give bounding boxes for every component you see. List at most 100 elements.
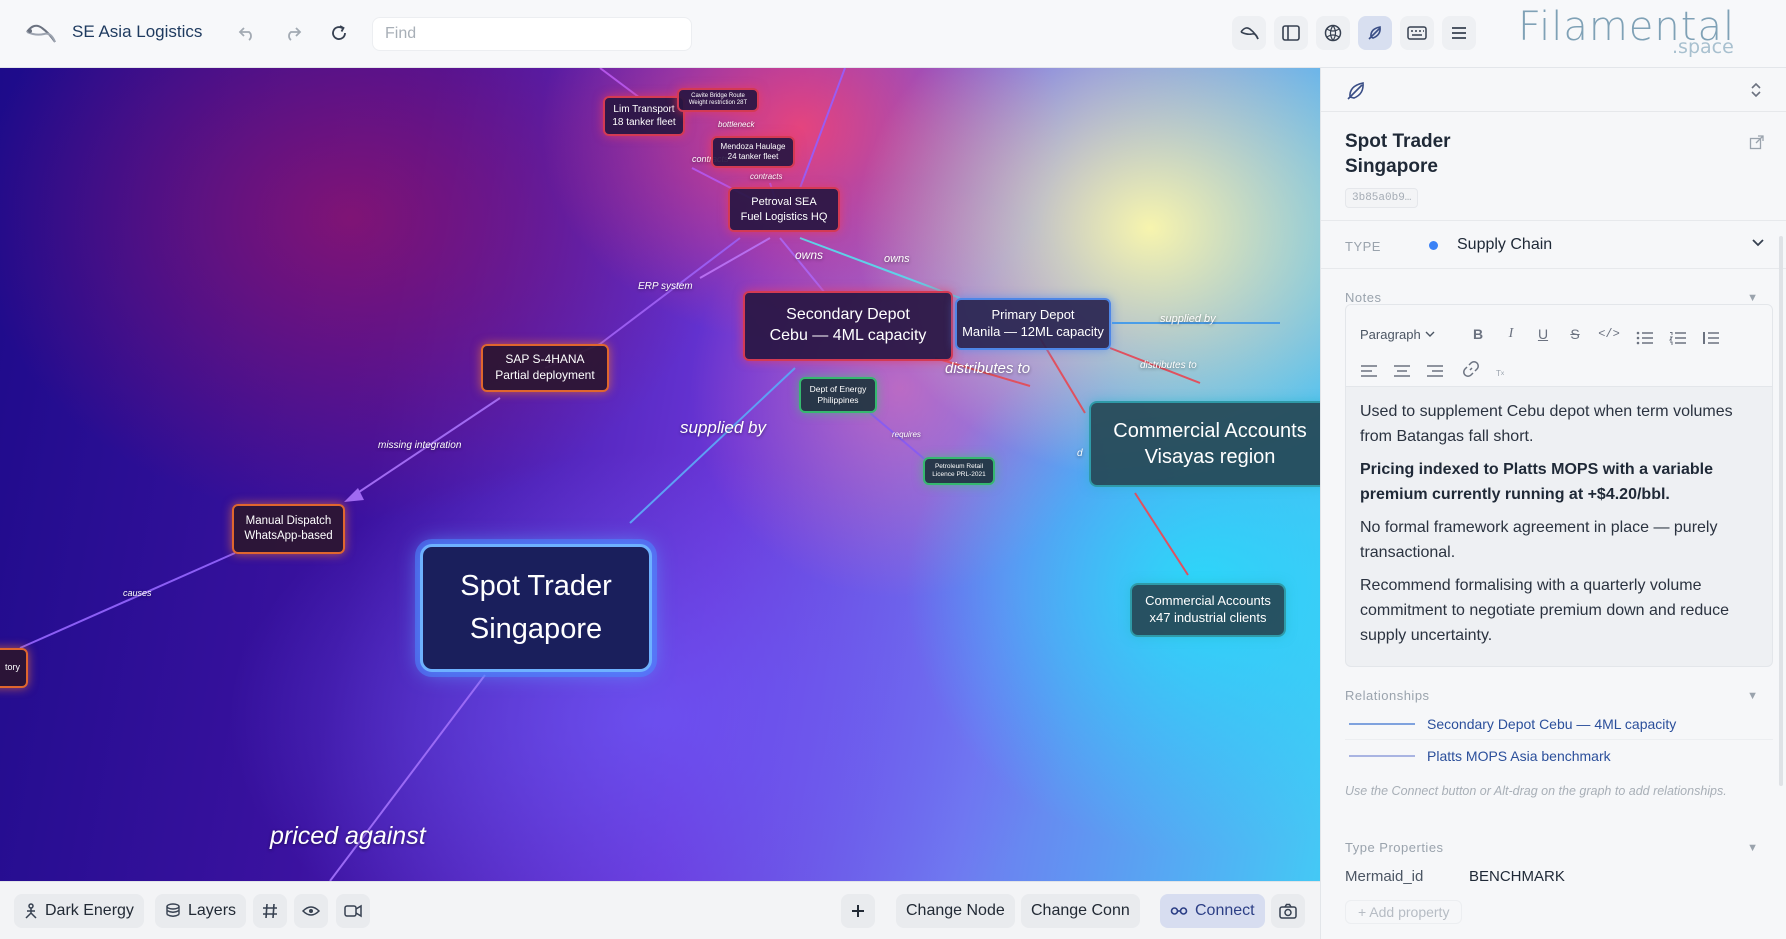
edge-label[interactable]: contracts: [750, 172, 782, 181]
plus-icon: [852, 905, 864, 917]
visibility-toggle-button[interactable]: [294, 894, 328, 928]
record-button[interactable]: [336, 894, 370, 928]
relationship-link[interactable]: Secondary Depot Cebu — 4ML capacity: [1427, 716, 1676, 732]
graph-node[interactable]: Manual Dispatch WhatsApp-based: [232, 504, 345, 554]
expand-collapse-icon[interactable]: [1749, 80, 1763, 100]
edge-label[interactable]: owns: [884, 253, 910, 265]
globe-icon[interactable]: [1316, 16, 1350, 50]
note-paragraph: Recommend formalising with a quarterly v…: [1360, 577, 1730, 644]
relationship-row[interactable]: Secondary Depot Cebu — 4ML capacity: [1345, 710, 1773, 740]
graph-canvas[interactable]: bottleneck contracts contracts owns owns…: [0, 68, 1320, 881]
node-label-line: Secondary Depot: [786, 306, 910, 324]
graph-node[interactable]: tory: [0, 648, 28, 688]
theme-button[interactable]: Dark Energy: [14, 894, 144, 928]
align-center-icon[interactable]: [1393, 359, 1411, 383]
graph-node[interactable]: Dept of Energy Philippines: [799, 377, 877, 413]
graph-node[interactable]: Mendoza Haulage 24 tanker fleet: [711, 136, 795, 168]
change-node-label: Change Node: [906, 902, 1005, 919]
edge-label[interactable]: requires: [892, 430, 921, 439]
graph-node[interactable]: Lim Transport 18 tanker fleet: [603, 96, 685, 136]
type-properties-label: Type Properties: [1345, 840, 1444, 855]
undo-icon[interactable]: [232, 18, 262, 48]
property-key: Mermaid_id: [1345, 868, 1424, 885]
edge-label[interactable]: supplied by: [1160, 313, 1216, 325]
grid-toggle-button[interactable]: [253, 894, 287, 928]
change-node-button[interactable]: Change Node: [896, 894, 1015, 928]
edge-label[interactable]: causes: [123, 588, 152, 598]
add-node-button[interactable]: [841, 894, 875, 928]
graph-node[interactable]: Cavite Bridge Route Weight restriction 2…: [677, 88, 759, 112]
graph-node-selected[interactable]: Spot Trader Singapore: [420, 544, 652, 672]
align-right-icon[interactable]: [1426, 359, 1444, 383]
node-label-line: Petroleum Retail: [934, 463, 984, 471]
node-id-badge[interactable]: 3b85a0b9…: [1345, 188, 1419, 208]
node-label-line: Commercial Accounts: [1145, 593, 1271, 609]
screenshot-button[interactable]: [1271, 894, 1305, 928]
graph-node[interactable]: Commercial Accounts x47 industrial clien…: [1130, 583, 1286, 637]
tree-logo-icon[interactable]: [1232, 16, 1266, 50]
change-conn-button[interactable]: Change Conn: [1021, 894, 1140, 928]
edge-label[interactable]: missing integration: [378, 440, 461, 451]
redo-icon[interactable]: [278, 18, 308, 48]
relationship-row[interactable]: Platts MOPS Asia benchmark: [1345, 742, 1773, 772]
link-icon[interactable]: [1462, 357, 1480, 381]
collapse-caret-icon[interactable]: ▼: [1747, 690, 1758, 702]
connect-button[interactable]: Connect: [1160, 894, 1265, 928]
graph-node[interactable]: Primary Depot Manila — 12ML capacity: [955, 298, 1111, 350]
panel-scrollbar[interactable]: [1779, 236, 1783, 786]
open-external-icon[interactable]: [1749, 134, 1765, 150]
refresh-icon[interactable]: [324, 18, 354, 48]
blockquote-icon[interactable]: [1702, 326, 1720, 350]
edge-label[interactable]: priced against: [270, 822, 426, 851]
edge-label[interactable]: distributes to: [945, 360, 1030, 377]
node-label-line: Manila — 12ML capacity: [962, 324, 1104, 339]
edge-label[interactable]: supplied by: [680, 418, 766, 438]
graph-node[interactable]: Petroleum Retail Licence PRL-2021: [923, 457, 995, 485]
property-value[interactable]: BENCHMARK: [1469, 868, 1565, 885]
node-label-line: Fuel Logistics HQ: [740, 210, 828, 223]
bold-icon[interactable]: B: [1468, 322, 1488, 346]
node-label-line: Singapore: [469, 613, 603, 645]
clear-format-icon[interactable]: Tx: [1496, 361, 1504, 385]
keyboard-icon[interactable]: [1400, 16, 1434, 50]
edge-label[interactable]: d: [1077, 448, 1083, 459]
graph-node[interactable]: SAP S-4HANA Partial deployment: [481, 344, 609, 392]
strikethrough-icon[interactable]: S: [1565, 322, 1585, 346]
sidebar-toggle-icon[interactable]: [1274, 16, 1308, 50]
edge-label[interactable]: ERP system: [638, 281, 693, 292]
align-left-icon[interactable]: [1360, 359, 1378, 383]
edge-label[interactable]: distributes to: [1140, 360, 1197, 371]
add-property-button[interactable]: + Add property: [1345, 900, 1463, 924]
underline-icon[interactable]: U: [1533, 322, 1553, 346]
edge-label[interactable]: owns: [795, 248, 823, 262]
layers-button[interactable]: Layers: [155, 894, 247, 928]
inspector-panel: Spot Trader Singapore 3b85a0b9… TYPE Sup…: [1320, 68, 1786, 939]
chevron-down-icon[interactable]: [1751, 237, 1765, 247]
change-conn-label: Change Conn: [1031, 902, 1130, 919]
collapse-caret-icon[interactable]: ▼: [1747, 292, 1758, 304]
notes-editor[interactable]: Paragraph B I U S </> Tx Used to supplem…: [1345, 304, 1773, 667]
graph-node[interactable]: Petroval SEA Fuel Logistics HQ: [728, 187, 840, 232]
note-paragraph: No formal framework agreement in place —…: [1360, 519, 1718, 561]
find-input[interactable]: [372, 17, 692, 51]
italic-icon[interactable]: I: [1501, 322, 1521, 346]
paragraph-style-select[interactable]: Paragraph: [1360, 322, 1435, 346]
code-icon[interactable]: </>: [1594, 322, 1624, 346]
app-title: SE Asia Logistics: [72, 22, 203, 41]
feather-icon[interactable]: [1358, 16, 1392, 50]
node-label-line: Lim Transport: [613, 104, 675, 115]
graph-node[interactable]: Commercial Accounts Visayas region: [1089, 401, 1320, 487]
node-title[interactable]: Spot Trader Singapore: [1345, 130, 1605, 179]
app-logo-icon[interactable]: [24, 18, 58, 48]
type-select-value[interactable]: Supply Chain: [1457, 236, 1552, 254]
notes-content[interactable]: Used to supplement Cebu depot when term …: [1360, 399, 1756, 656]
menu-icon[interactable]: [1442, 16, 1476, 50]
editor-toolbar: Paragraph B I U S </> Tx: [1346, 305, 1772, 387]
graph-node[interactable]: Secondary Depot Cebu — 4ML capacity: [743, 291, 953, 361]
node-label-line: 18 tanker fleet: [612, 117, 676, 128]
numbered-list-icon[interactable]: [1669, 326, 1687, 350]
edge-label[interactable]: bottleneck: [718, 120, 754, 129]
collapse-caret-icon[interactable]: ▼: [1747, 842, 1758, 854]
bullet-list-icon[interactable]: [1636, 326, 1654, 350]
relationship-link[interactable]: Platts MOPS Asia benchmark: [1427, 748, 1611, 764]
